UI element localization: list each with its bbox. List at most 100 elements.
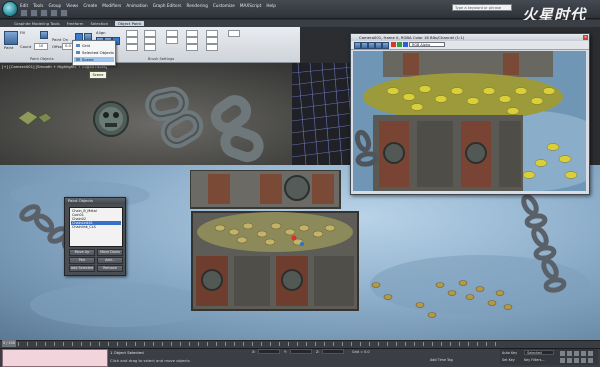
list-item[interactable]: Chainlink_CLS xyxy=(71,225,121,229)
tab-freeform[interactable]: Freeform xyxy=(67,21,84,26)
menu-views[interactable]: Views xyxy=(66,3,78,8)
open-file-icon[interactable] xyxy=(30,9,38,17)
rotate-x-field[interactable] xyxy=(144,30,156,37)
next-frame-icon[interactable] xyxy=(581,351,586,356)
zoom-icon[interactable] xyxy=(560,358,565,363)
render-preview xyxy=(353,51,586,191)
menu-create[interactable]: Create xyxy=(83,3,97,8)
menu-graph-editors[interactable]: Graph Editors xyxy=(153,3,182,8)
channel-select[interactable]: RGB Alpha xyxy=(409,42,445,47)
search-input[interactable]: Type a keyword or phrase xyxy=(452,4,512,11)
ribbon-tab-bar: Graphite Modeling Tools Freeform Selecti… xyxy=(0,20,600,27)
clear-icon[interactable] xyxy=(382,42,389,49)
rendered-image xyxy=(353,51,586,191)
z-coordinate-label: Z: xyxy=(316,350,320,354)
move-up-button[interactable]: Move Up xyxy=(69,249,95,256)
add-button[interactable]: Add... xyxy=(97,257,123,264)
auto-key-button[interactable]: Auto Key xyxy=(502,351,517,355)
brush-size-field[interactable] xyxy=(206,30,218,37)
tab-graphite-modeling[interactable]: Graphite Modeling Tools xyxy=(14,21,60,26)
close-icon[interactable]: × xyxy=(583,35,588,40)
scale-x-field[interactable] xyxy=(126,30,138,37)
scale-max-field[interactable] xyxy=(166,37,178,44)
paint-objects-list[interactable]: Chain_B_Metal Coin01 Chain02 ChainLink01… xyxy=(69,207,123,247)
tab-selection[interactable]: Selection xyxy=(91,21,109,26)
rotate-y-field[interactable] xyxy=(144,37,156,44)
go-to-end-icon[interactable] xyxy=(588,351,593,356)
paint-on-dropdown-menu[interactable]: Grid Selected Objects Scene xyxy=(72,40,116,66)
render-frame-title[interactable]: Camera001, frame 0, RGBA Color 16 Bits/C… xyxy=(351,34,589,41)
redo-icon[interactable] xyxy=(60,9,68,17)
tab-object-paint[interactable]: Object Paint xyxy=(115,21,144,26)
grid-icon xyxy=(76,44,80,47)
z-coordinate-field[interactable] xyxy=(322,349,344,354)
rotate-z-field[interactable] xyxy=(144,44,156,51)
brush-scatter-field[interactable] xyxy=(206,44,218,51)
maxscript-listener[interactable] xyxy=(2,349,108,367)
paint-objects-dialog[interactable]: Paint Objects Chain_B_Metal Coin01 Chain… xyxy=(64,197,126,276)
red-channel-icon[interactable] xyxy=(391,42,396,47)
treasure-chest[interactable] xyxy=(189,169,360,315)
count-field[interactable]: 10 xyxy=(34,43,48,50)
scale-min-field[interactable] xyxy=(166,30,178,37)
undo-icon[interactable] xyxy=(50,9,58,17)
set-key-button[interactable]: Set Key xyxy=(502,358,515,362)
fill-label: Fill xyxy=(20,30,26,35)
paint-brush-icon[interactable] xyxy=(4,31,18,45)
app-logo-icon[interactable] xyxy=(2,1,18,17)
y-coordinate-field[interactable] xyxy=(290,349,312,354)
ribbon-panel: Fill Paint Count 10 Paint On Offset 0.0 … xyxy=(0,27,300,63)
fill-options-icon[interactable] xyxy=(40,31,48,39)
brush-x-field[interactable] xyxy=(186,30,198,37)
save-file-icon[interactable] xyxy=(40,9,48,17)
scale-z-field[interactable] xyxy=(126,44,138,51)
copy-image-icon[interactable] xyxy=(361,42,368,49)
add-time-tag-button[interactable]: Add Time Tag xyxy=(430,358,453,362)
clone-window-icon[interactable] xyxy=(368,42,375,49)
move-down-button[interactable]: Move Down xyxy=(97,249,123,256)
menu-animation[interactable]: Animation xyxy=(126,3,147,8)
paint-objects-title[interactable]: Paint Objects xyxy=(65,198,125,204)
viewport-grid-right[interactable] xyxy=(292,63,353,165)
render-frame-window[interactable]: Camera001, frame 0, RGBA Color 16 Bits/C… xyxy=(350,33,590,195)
field-of-view-icon[interactable] xyxy=(581,358,586,363)
pan-icon[interactable] xyxy=(567,358,572,363)
selected-dropdown[interactable]: Selected xyxy=(524,350,554,355)
new-file-icon[interactable] xyxy=(20,9,28,17)
scale-y-field[interactable] xyxy=(126,37,138,44)
dropdown-item-scene[interactable]: Scene xyxy=(74,57,114,62)
green-channel-icon[interactable] xyxy=(397,42,402,47)
pick-button[interactable]: Pick xyxy=(69,257,95,264)
key-filters-button[interactable]: Key Filters... xyxy=(524,358,545,362)
coin-item-icon xyxy=(17,110,53,126)
menu-rendering[interactable]: Rendering xyxy=(186,3,207,8)
print-icon[interactable] xyxy=(375,42,382,49)
save-image-icon[interactable] xyxy=(354,42,361,49)
chain-link-icon xyxy=(145,86,264,163)
menu-group[interactable]: Group xyxy=(48,3,61,8)
brush-z-field[interactable] xyxy=(186,44,198,51)
dropdown-item-grid[interactable]: Grid xyxy=(74,43,114,48)
play-icon[interactable] xyxy=(574,351,579,356)
menu-bar: Edit Tools Group Views Create Modifiers … xyxy=(20,1,276,9)
menu-modifiers[interactable]: Modifiers xyxy=(102,3,121,8)
brush-y-field[interactable] xyxy=(186,37,198,44)
dropdown-item-selected-objects[interactable]: Selected Objects xyxy=(74,50,114,55)
menu-maxscript[interactable]: MAXScript xyxy=(240,3,262,8)
x-coordinate-field[interactable] xyxy=(258,349,280,354)
menu-customize[interactable]: Customize xyxy=(213,3,235,8)
blue-channel-icon[interactable] xyxy=(403,42,408,47)
falloff-field[interactable] xyxy=(228,30,240,37)
menu-help[interactable]: Help xyxy=(266,3,276,8)
time-slider[interactable]: 0 / 100 xyxy=(2,340,16,347)
menu-edit[interactable]: Edit xyxy=(20,3,28,8)
maximize-viewport-icon[interactable] xyxy=(588,358,593,363)
menu-tools[interactable]: Tools xyxy=(33,3,43,8)
brush-spacing-field[interactable] xyxy=(206,37,218,44)
go-to-start-icon[interactable] xyxy=(560,351,565,356)
orbit-icon[interactable] xyxy=(574,358,579,363)
grid-size-label: Grid = 0.0 xyxy=(352,350,370,354)
add-selected-button[interactable]: Add Selected xyxy=(69,265,95,272)
remove-button[interactable]: Remove xyxy=(97,265,123,272)
previous-frame-icon[interactable] xyxy=(567,351,572,356)
